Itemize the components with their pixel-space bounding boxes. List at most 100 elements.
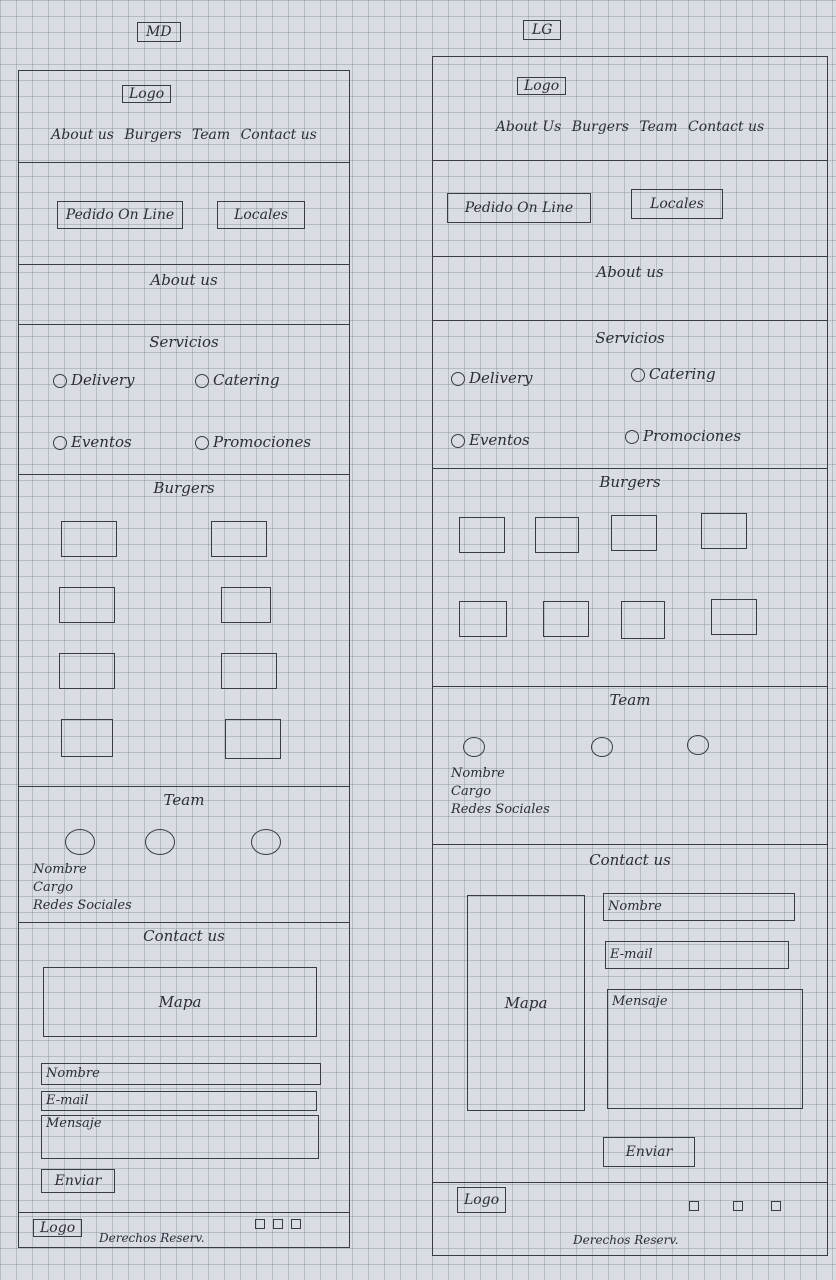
md-header: Logo About us Burgers Team Contact us	[19, 71, 349, 163]
team-avatar	[251, 829, 281, 855]
md-about: About us	[19, 265, 349, 325]
md-nav-burgers[interactable]: Burgers	[124, 127, 181, 143]
social-icon[interactable]	[771, 1201, 781, 1211]
md-order-online-button[interactable]: Pedido On Line	[57, 201, 183, 229]
md-service-catering-label: Catering	[213, 371, 280, 389]
md-footer-logo[interactable]: Logo	[33, 1219, 83, 1237]
md-service-promociones: Promociones	[195, 433, 311, 451]
lg-nav-about[interactable]: About Us	[496, 119, 562, 135]
md-services: Servicios Delivery Catering Eventos Prom…	[19, 325, 349, 475]
team-avatar	[65, 829, 95, 855]
md-send-button[interactable]: Enviar	[41, 1169, 115, 1193]
burger-thumbnail[interactable]	[535, 517, 579, 553]
lg-burgers-title: Burgers	[599, 473, 661, 491]
md-email-field[interactable]: E-mail	[41, 1091, 317, 1111]
md-burgers: Burgers	[19, 475, 349, 787]
lg-locations-button[interactable]: Locales	[631, 189, 723, 219]
lg-about-title: About us	[596, 263, 664, 281]
radio-icon	[53, 374, 67, 388]
md-team-title: Team	[163, 791, 205, 809]
team-avatar	[591, 737, 613, 757]
md-footer: Logo Derechos Reserv.	[19, 1213, 349, 1249]
md-services-title: Servicios	[149, 333, 219, 351]
lg-burgers: Burgers	[433, 469, 827, 687]
social-icon[interactable]	[273, 1219, 283, 1229]
md-about-title: About us	[150, 271, 218, 289]
lg-header: Logo About Us Burgers Team Contact us	[433, 57, 827, 161]
team-member-role: Cargo	[451, 784, 492, 799]
lg-map[interactable]: Mapa	[467, 895, 585, 1111]
md-team: Team Nombre Cargo Redes Sociales	[19, 787, 349, 923]
burger-thumbnail[interactable]	[701, 513, 747, 549]
lg-logo[interactable]: Logo	[517, 77, 567, 95]
team-avatar	[687, 735, 709, 755]
md-tag: MD	[137, 22, 181, 42]
burger-thumbnail[interactable]	[61, 521, 117, 557]
team-member-social: Redes Sociales	[451, 802, 550, 817]
lg-nav-burgers[interactable]: Burgers	[572, 119, 629, 135]
md-nav: About us Burgers Team Contact us	[19, 127, 349, 143]
lg-tag: LG	[523, 20, 562, 40]
md-name-field[interactable]: Nombre	[41, 1063, 321, 1085]
lg-name-field[interactable]: Nombre	[603, 893, 795, 921]
md-team-info: Nombre Cargo Redes Sociales	[33, 861, 132, 915]
burger-thumbnail[interactable]	[459, 517, 505, 553]
radio-icon	[53, 436, 67, 450]
burger-thumbnail[interactable]	[61, 719, 113, 757]
md-nav-team[interactable]: Team	[192, 127, 230, 143]
lg-service-catering: Catering	[631, 365, 716, 383]
lg-message-field[interactable]: Mensaje	[607, 989, 803, 1109]
lg-service-delivery: Delivery	[451, 369, 533, 387]
lg-hero: Pedido On Line Locales	[433, 161, 827, 257]
lg-copyright: Derechos Reserv.	[573, 1233, 679, 1247]
radio-icon	[631, 368, 645, 382]
lg-services: Servicios Delivery Catering Eventos Prom…	[433, 321, 827, 469]
burger-thumbnail[interactable]	[543, 601, 589, 637]
lg-about: About us	[433, 257, 827, 321]
team-avatar	[463, 737, 485, 757]
burger-thumbnail[interactable]	[221, 587, 271, 623]
md-nav-about[interactable]: About us	[51, 127, 114, 143]
burger-thumbnail[interactable]	[59, 653, 115, 689]
lg-send-button[interactable]: Enviar	[603, 1137, 695, 1167]
lg-team: Team Nombre Cargo Redes Sociales	[433, 687, 827, 845]
md-locations-button[interactable]: Locales	[217, 201, 305, 229]
team-member-role: Cargo	[33, 880, 74, 895]
social-icon[interactable]	[255, 1219, 265, 1229]
md-service-eventos-label: Eventos	[71, 433, 132, 451]
lg-nav: About Us Burgers Team Contact us	[433, 119, 827, 135]
social-icon[interactable]	[291, 1219, 301, 1229]
lg-service-eventos: Eventos	[451, 431, 530, 449]
lg-footer-logo[interactable]: Logo	[457, 1187, 507, 1213]
lg-nav-team[interactable]: Team	[639, 119, 677, 135]
radio-icon	[451, 434, 465, 448]
md-contact-title: Contact us	[143, 927, 225, 945]
radio-icon	[195, 436, 209, 450]
md-service-eventos: Eventos	[53, 433, 132, 451]
burger-thumbnail[interactable]	[611, 515, 657, 551]
lg-service-promociones: Promociones	[625, 427, 741, 445]
burger-thumbnail[interactable]	[459, 601, 507, 637]
burger-thumbnail[interactable]	[225, 719, 281, 759]
burger-thumbnail[interactable]	[221, 653, 277, 689]
md-copyright: Derechos Reserv.	[99, 1231, 205, 1245]
md-service-delivery-label: Delivery	[71, 371, 135, 389]
radio-icon	[625, 430, 639, 444]
burger-thumbnail[interactable]	[711, 599, 757, 635]
md-service-promociones-label: Promociones	[213, 433, 312, 451]
md-map[interactable]: Mapa	[43, 967, 317, 1037]
lg-team-info: Nombre Cargo Redes Sociales	[451, 765, 550, 819]
lg-service-catering-label: Catering	[649, 365, 716, 383]
lg-order-online-button[interactable]: Pedido On Line	[447, 193, 591, 223]
md-message-field[interactable]: Mensaje	[41, 1115, 319, 1159]
burger-thumbnail[interactable]	[211, 521, 267, 557]
lg-nav-contact[interactable]: Contact us	[688, 119, 764, 135]
md-nav-contact[interactable]: Contact us	[241, 127, 317, 143]
md-service-catering: Catering	[195, 371, 280, 389]
burger-thumbnail[interactable]	[59, 587, 115, 623]
social-icon[interactable]	[689, 1201, 699, 1211]
burger-thumbnail[interactable]	[621, 601, 665, 639]
social-icon[interactable]	[733, 1201, 743, 1211]
lg-email-field[interactable]: E-mail	[605, 941, 789, 969]
md-logo[interactable]: Logo	[122, 85, 172, 103]
